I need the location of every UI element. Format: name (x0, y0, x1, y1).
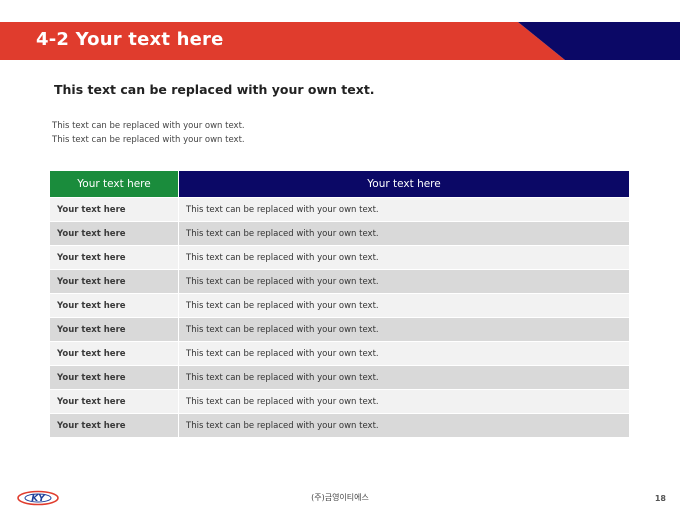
table-cell-label: Your text here (50, 269, 179, 294)
table-cell-text: This text can be replaced with your own … (178, 197, 629, 222)
page-number: 18 (654, 494, 666, 503)
table-cell-text: This text can be replaced with your own … (178, 293, 629, 318)
table-cell-label: Your text here (50, 365, 179, 390)
table-cell-label: Your text here (50, 389, 179, 414)
table-row: Your text here This text can be replaced… (50, 365, 629, 390)
table-cell-text: This text can be replaced with your own … (178, 269, 629, 294)
body-text: This text can be replaced with your own … (52, 119, 245, 147)
body-line: This text can be replaced with your own … (52, 121, 245, 131)
table-cell-text: This text can be replaced with your own … (178, 317, 629, 342)
table-cell-label: Your text here (50, 197, 179, 222)
table-row: Your text here This text can be replaced… (50, 317, 629, 342)
table-row: Your text here This text can be replaced… (50, 197, 629, 222)
table-cell-label: Your text here (50, 221, 179, 246)
table-cell-text: This text can be replaced with your own … (178, 365, 629, 390)
table-header-cell: Your text here (178, 171, 629, 198)
data-table: Your text here Your text here Your text … (50, 171, 629, 437)
table-cell-text: This text can be replaced with your own … (178, 413, 629, 437)
table-cell-label: Your text here (50, 293, 179, 318)
footer-company-name: (주)금영이티에스 (311, 493, 369, 502)
table-cell-text: This text can be replaced with your own … (178, 389, 629, 414)
table-row: Your text here This text can be replaced… (50, 221, 629, 246)
table-row: Your text here This text can be replaced… (50, 341, 629, 366)
body-line: This text can be replaced with your own … (52, 135, 245, 145)
table-header-row: Your text here Your text here (50, 171, 629, 198)
slide-title: 4-2 Your text here (36, 29, 224, 50)
table-row: Your text here This text can be replaced… (50, 269, 629, 294)
table-row: Your text here This text can be replaced… (50, 413, 629, 437)
table-row: Your text here This text can be replaced… (50, 293, 629, 318)
table-cell-label: Your text here (50, 245, 179, 270)
table-cell-label: Your text here (50, 341, 179, 366)
table-row: Your text here This text can be replaced… (50, 245, 629, 270)
table-cell-label: Your text here (50, 413, 179, 437)
table-cell-text: This text can be replaced with your own … (178, 341, 629, 366)
slide-subtitle: This text can be replaced with your own … (54, 82, 375, 97)
table-cell-text: This text can be replaced with your own … (178, 221, 629, 246)
table-cell-text: This text can be replaced with your own … (178, 245, 629, 270)
table-row: Your text here This text can be replaced… (50, 389, 629, 414)
table-cell-label: Your text here (50, 317, 179, 342)
table-header-cell: Your text here (50, 171, 179, 198)
